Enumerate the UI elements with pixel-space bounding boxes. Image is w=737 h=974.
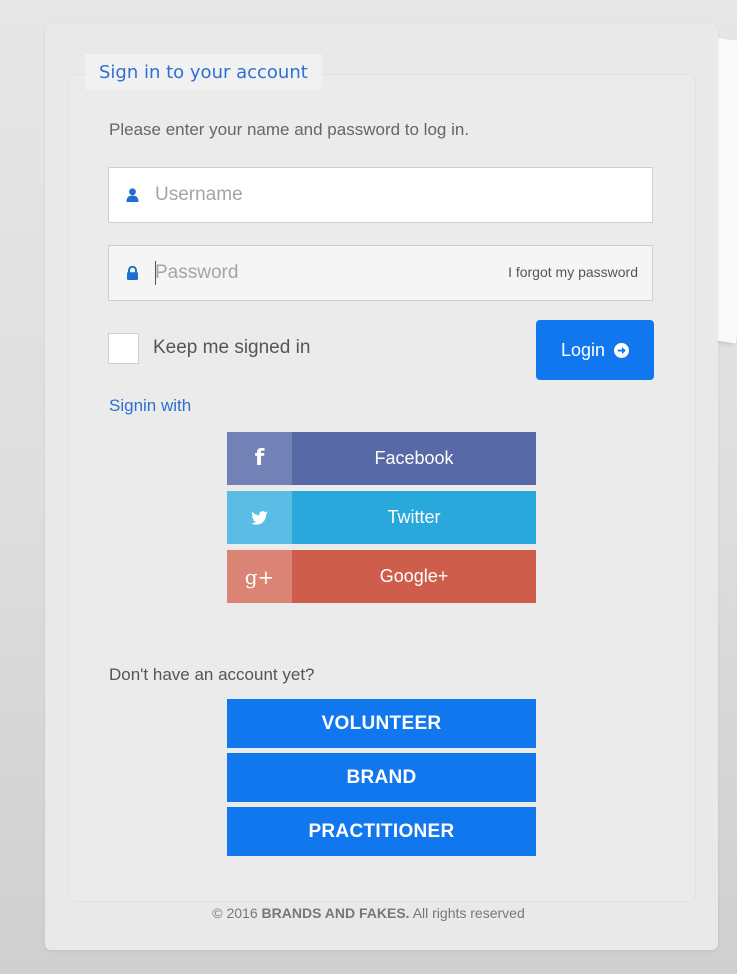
login-button-label: Login bbox=[560, 340, 606, 360]
facebook-label: Facebook bbox=[374, 448, 454, 468]
footer-prefix: © 2016 bbox=[212, 905, 258, 921]
facebook-icon: f bbox=[227, 432, 292, 485]
password-input[interactable] bbox=[155, 254, 455, 292]
keep-signed-in-label: Keep me signed in bbox=[153, 337, 311, 358]
no-account-prompt: Don't have an account yet? bbox=[109, 665, 315, 684]
instructions-text: Please enter your name and password to l… bbox=[109, 120, 470, 139]
footer-suffix: All rights reserved bbox=[412, 905, 525, 921]
username-input[interactable] bbox=[155, 176, 455, 214]
twitter-button[interactable]: Twitter bbox=[227, 491, 536, 544]
footer-copyright: © 2016 BRANDS AND FAKES. All rights rese… bbox=[0, 905, 737, 921]
keep-signed-in-checkbox[interactable] bbox=[108, 333, 139, 364]
password-field[interactable]: I forgot my password bbox=[108, 245, 653, 301]
twitter-label: Twitter bbox=[387, 507, 441, 527]
signin-with-heading: Signin with bbox=[109, 396, 192, 415]
facebook-button[interactable]: f Facebook bbox=[227, 432, 536, 485]
volunteer-button[interactable]: VOLUNTEER bbox=[227, 699, 536, 748]
arrow-circle-right-icon bbox=[614, 343, 630, 358]
brand-button[interactable]: BRAND bbox=[227, 753, 536, 802]
practitioner-button[interactable]: PRACTITIONER bbox=[227, 807, 536, 856]
twitter-icon bbox=[227, 491, 292, 544]
footer-brand: BRANDS AND FAKES. bbox=[261, 905, 410, 921]
lock-icon bbox=[127, 266, 138, 280]
forgot-password-link[interactable]: I forgot my password bbox=[508, 264, 638, 280]
username-field[interactable] bbox=[108, 167, 653, 223]
google-plus-label: Google+ bbox=[379, 566, 449, 586]
user-icon bbox=[126, 188, 139, 202]
login-button[interactable]: Login bbox=[536, 320, 654, 380]
google-plus-button[interactable]: g+ Google+ bbox=[227, 550, 536, 603]
google-plus-icon: g+ bbox=[227, 550, 292, 603]
form-title: Sign in to your account bbox=[85, 54, 322, 90]
